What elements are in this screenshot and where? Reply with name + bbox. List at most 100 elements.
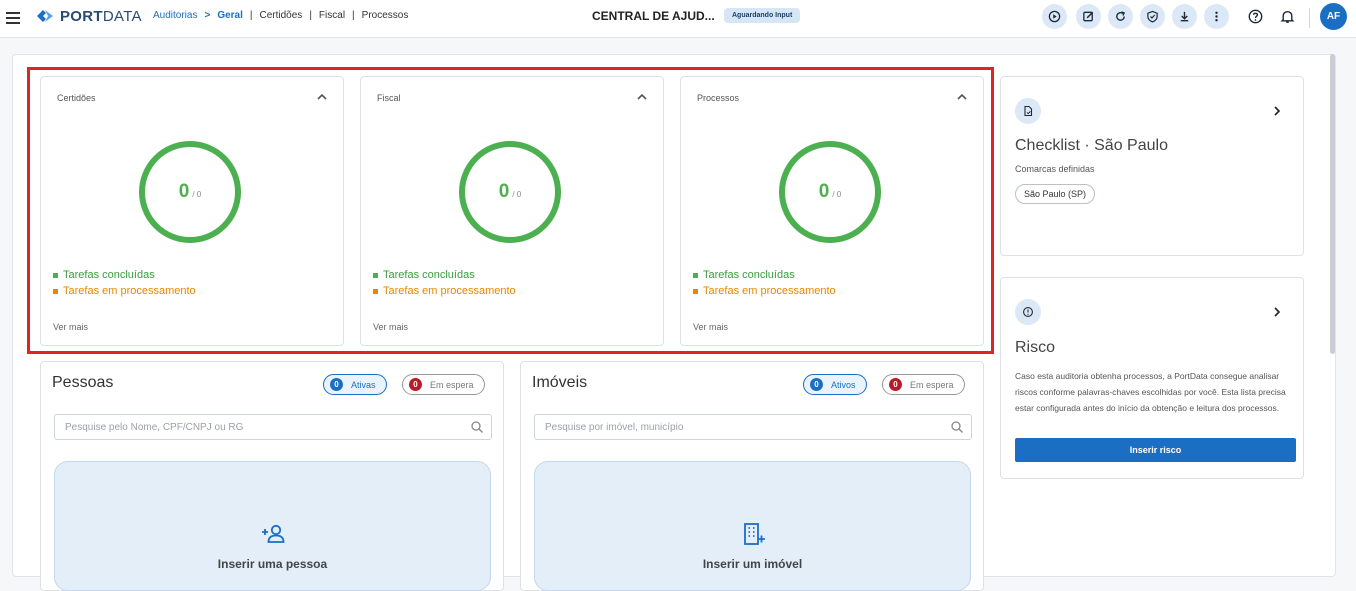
done-dot: [693, 272, 698, 278]
breadcrumb: Auditorias > Geral | Certidões | Fiscal …: [153, 10, 408, 21]
breadcrumb-fiscal[interactable]: Fiscal: [319, 10, 345, 21]
legend-done: Tarefas concluídas: [373, 269, 475, 281]
bell-icon[interactable]: [1277, 6, 1297, 26]
building-add-icon: [744, 523, 765, 545]
total-count: / 0: [512, 190, 522, 199]
imoveis-active-filter[interactable]: 0 Ativos: [803, 374, 867, 395]
chevron-up-icon[interactable]: [315, 90, 329, 104]
chevron-up-icon[interactable]: [955, 90, 969, 104]
legend-done-label: Tarefas concluídas: [383, 269, 475, 281]
help-circle-icon[interactable]: [1245, 6, 1265, 26]
inserir-risco-button[interactable]: Inserir risco: [1015, 438, 1296, 462]
top-bar: PORTDATA Auditorias > Geral | Certidões …: [0, 0, 1356, 38]
total-count: / 0: [192, 190, 202, 199]
risco-description: Caso esta auditoria obtenha processos, a…: [1015, 371, 1286, 413]
search-icon[interactable]: [950, 420, 964, 434]
more-vertical-icon[interactable]: [1204, 4, 1229, 29]
legend-processing: Tarefas em processamento: [373, 285, 516, 297]
breadcrumb-geral[interactable]: Geral: [217, 10, 243, 21]
avatar[interactable]: AF: [1320, 3, 1347, 30]
checklist-card[interactable]: Checklist · São Paulo Comarcas definidas…: [1000, 76, 1304, 256]
legend-done-label: Tarefas concluídas: [63, 269, 155, 281]
active-count: 0: [330, 378, 343, 391]
imoveis-waiting-filter[interactable]: 0 Em espera: [882, 374, 965, 395]
progress-ring: 0/ 0: [779, 141, 881, 243]
ver-mais-link[interactable]: Ver mais: [373, 322, 408, 332]
status-card-certidoes: Certidões 0/ 0 Tarefas concluídas Tarefa…: [40, 76, 344, 346]
total-count: / 0: [832, 190, 842, 199]
scrollbar[interactable]: [1330, 54, 1335, 354]
search-icon[interactable]: [470, 420, 484, 434]
pessoas-waiting-filter[interactable]: 0 Em espera: [402, 374, 485, 395]
processing-dot: [373, 288, 378, 294]
pessoas-search-input[interactable]: [54, 414, 492, 440]
logo-text-rest: DATA: [102, 7, 142, 25]
pessoas-section: Pessoas 0 Ativas 0 Em espera Inserir uma…: [40, 361, 504, 591]
breadcrumb-separator: |: [309, 10, 312, 21]
status-badge: Aguardando Input: [724, 8, 801, 23]
refresh-icon[interactable]: [1108, 4, 1133, 29]
legend-processing: Tarefas em processamento: [53, 285, 196, 297]
legend-done: Tarefas concluídas: [53, 269, 155, 281]
breadcrumb-separator: |: [249, 10, 253, 21]
imoveis-search-input[interactable]: [534, 414, 972, 440]
comarca-chip[interactable]: São Paulo (SP): [1015, 184, 1096, 204]
toolbar-divider: [1309, 8, 1310, 28]
alert-circle-icon: [1015, 299, 1041, 325]
checklist-subtitle: Comarcas definidas: [1015, 164, 1095, 174]
waiting-label: Em espera: [910, 379, 954, 390]
legend-processing-label: Tarefas em processamento: [703, 285, 836, 297]
breadcrumb-certidoes[interactable]: Certidões: [260, 10, 303, 21]
status-card-fiscal: Fiscal 0/ 0 Tarefas concluídas Tarefas e…: [360, 76, 664, 346]
breadcrumb-arrow: >: [204, 10, 211, 21]
chevron-up-icon[interactable]: [635, 90, 649, 104]
progress-ring: 0/ 0: [139, 141, 241, 243]
card-title: Processos: [697, 93, 740, 103]
breadcrumb-processos[interactable]: Processos: [362, 10, 409, 21]
pessoas-title: Pessoas: [52, 374, 114, 391]
processing-dot: [53, 288, 58, 294]
done-count: 0: [178, 181, 190, 202]
chevron-right-icon[interactable]: [1271, 105, 1283, 117]
waiting-count: 0: [409, 378, 422, 391]
central-de-ajuda-link[interactable]: CENTRAL DE AJUD...: [592, 9, 715, 23]
add-person-label: Inserir uma pessoa: [217, 557, 328, 571]
active-label: Ativas: [351, 379, 376, 390]
add-property-label: Inserir um imóvel: [702, 557, 803, 571]
done-dot: [53, 272, 58, 278]
legend-done: Tarefas concluídas: [693, 269, 795, 281]
pessoas-active-filter[interactable]: 0 Ativas: [323, 374, 387, 395]
legend-processing-label: Tarefas em processamento: [383, 285, 516, 297]
waiting-count: 0: [889, 378, 902, 391]
shield-check-icon[interactable]: [1140, 4, 1165, 29]
ver-mais-link[interactable]: Ver mais: [693, 322, 728, 332]
add-person-button[interactable]: Inserir uma pessoa: [54, 461, 491, 591]
done-dot: [373, 272, 378, 278]
active-count: 0: [810, 378, 823, 391]
document-icon: [1015, 98, 1041, 124]
logo-text-bold: PORT: [60, 7, 103, 25]
card-title: Fiscal: [377, 93, 401, 103]
legend-processing-label: Tarefas em processamento: [63, 285, 196, 297]
active-label: Ativos: [831, 379, 856, 390]
person-add-icon: [262, 524, 285, 543]
add-property-button[interactable]: Inserir um imóvel: [534, 461, 971, 591]
download-icon[interactable]: [1172, 4, 1197, 29]
chevron-right-icon[interactable]: [1271, 306, 1283, 318]
ver-mais-link[interactable]: Ver mais: [53, 322, 88, 332]
logo-mark-icon: [37, 10, 53, 22]
done-count: 0: [818, 181, 830, 202]
checklist-title: Checklist · São Paulo: [1015, 137, 1168, 154]
risco-card: Risco Caso esta auditoria obtenha proces…: [1000, 277, 1304, 479]
hamburger-menu-icon[interactable]: [6, 9, 20, 25]
imoveis-title: Imóveis: [532, 374, 588, 391]
status-card-processos: Processos 0/ 0 Tarefas concluídas Tarefa…: [680, 76, 984, 346]
play-circle-icon[interactable]: [1042, 4, 1067, 29]
waiting-label: Em espera: [430, 379, 474, 390]
legend-processing: Tarefas em processamento: [693, 285, 836, 297]
processing-dot: [693, 288, 698, 294]
breadcrumb-auditorias[interactable]: Auditorias: [153, 10, 197, 21]
legend-done-label: Tarefas concluídas: [703, 269, 795, 281]
edit-icon[interactable]: [1076, 4, 1101, 29]
portdata-logo[interactable]: PORTDATA: [35, 7, 142, 25]
